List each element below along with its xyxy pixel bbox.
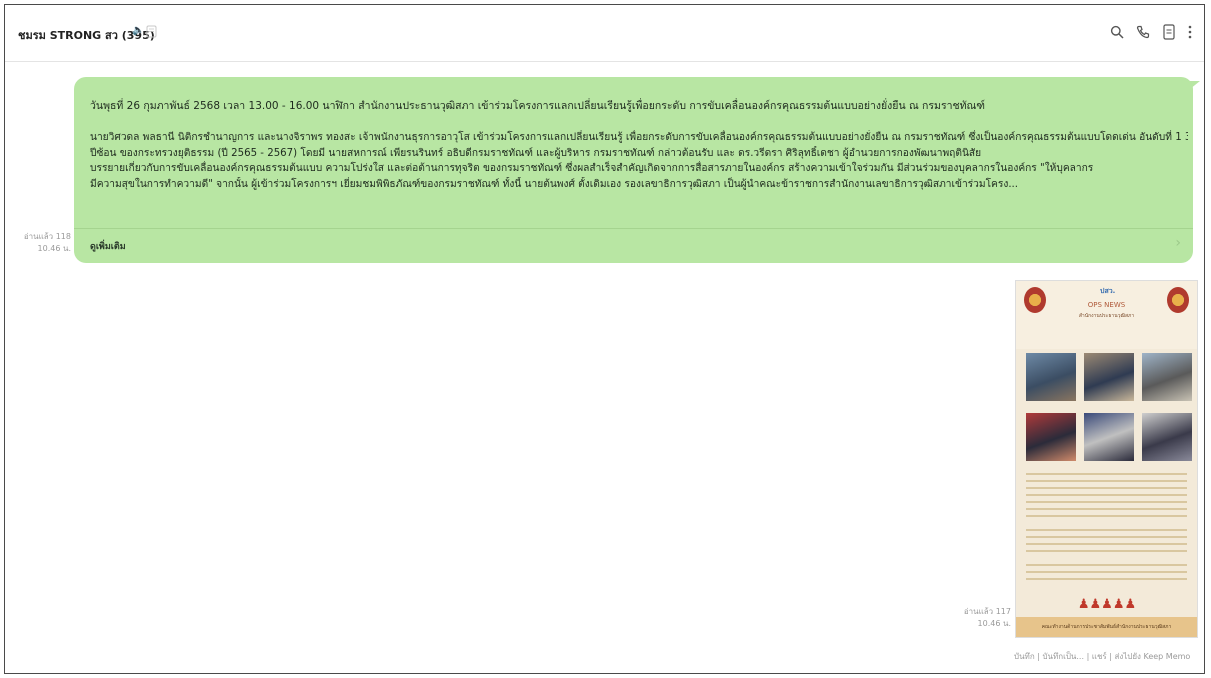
phone-icon[interactable] [1134,23,1152,41]
message-line: บรรยายเกี่ยวกับการขับเคลื่อนองค์กรคุณธรร… [90,163,1094,175]
emblem-icon [1024,287,1046,313]
poster-logo: ปสว. [1100,287,1116,295]
read-count: อ่านแล้ว 118 [23,232,71,241]
poster-subtitle: สำนักงานประธานวุฒิสภา [1078,313,1135,319]
message-meta: อ่านแล้ว 118 10.46 น. [19,231,71,255]
note-icon[interactable] [146,25,157,38]
poster-footer: คณะทำงานด้านการประชาสัมพันธ์สำนักงานประธ… [1041,624,1172,630]
message-line: มีความสุขในการทำความดี" จากนั้น ผู้เข้าร… [90,178,1019,190]
chat-header: ชมรม STRONG สว (395) 🔈 [5,5,1204,62]
message-time: 10.46 น. [977,619,1011,628]
read-count: อ่านแล้ว 117 [963,607,1011,616]
message-line: นายวิศวดล พลธานี นิติกรชำนาญการ และนางจิ… [90,132,1188,143]
photo [1026,353,1076,401]
people-illustration: ♟♟♟♟♟ [1077,597,1137,612]
image-actions[interactable]: บันทึก | บันทึกเป็น... | แชร์ | ส่งไปยัง… [1014,650,1190,663]
more-icon[interactable] [1186,23,1194,41]
chat-window: ชมรม STRONG สว (395) 🔈 อ่านแล้ว 118 10.4… [4,4,1205,674]
poster-title: OPS NEWS [1087,301,1126,309]
read-more-link[interactable]: ดูเพิ่มเติม [90,239,126,253]
image-meta: อ่านแล้ว 117 10.46 น. [955,606,1011,630]
photo [1142,353,1192,401]
bubble-divider [74,228,1193,229]
message-headline: วันพุธที่ 26 กุมภาพันธ์ 2568 เวลา 13.00 … [90,100,985,112]
photo [1142,413,1192,461]
message-time: 10.46 น. [37,244,71,253]
photo [1026,413,1076,461]
mute-icon: 🔈 [132,25,145,36]
message-body: นายวิศวดล พลธานี นิติกรชำนาญการ และนางจิ… [90,130,1188,192]
message-line: ปีซ้อน ของกระทรวงยุติธรรม (ปี 2565 - 256… [90,147,982,159]
image-message[interactable]: ปสว. OPS NEWS สำนักงานประธานวุฒิสภา ♟♟♟♟… [1015,280,1198,638]
photo [1084,413,1134,461]
search-icon[interactable] [1108,23,1126,41]
note-icon[interactable] [1160,23,1178,41]
photo [1084,353,1134,401]
message-bubble[interactable]: วันพุธที่ 26 กุมภาพันธ์ 2568 เวลา 13.00 … [74,77,1200,263]
emblem-icon [1167,287,1189,313]
chevron-right-icon[interactable]: › [1175,235,1181,251]
